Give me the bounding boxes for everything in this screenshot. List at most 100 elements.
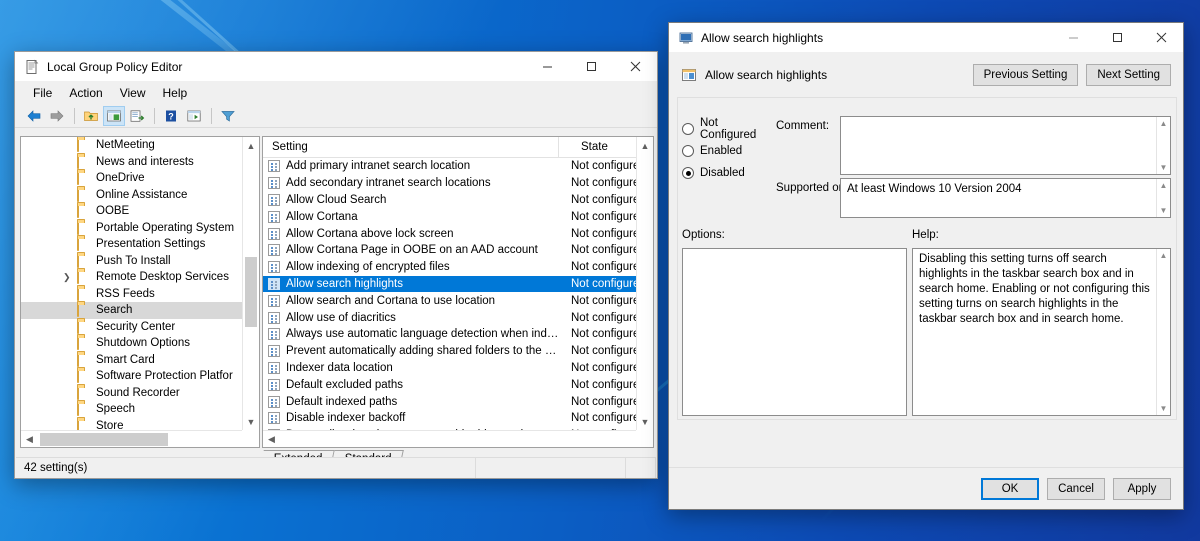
ok-button[interactable]: OK xyxy=(981,477,1039,500)
previous-setting-button[interactable]: Previous Setting xyxy=(972,64,1079,86)
help-scroll-down-icon[interactable]: ▼ xyxy=(1157,402,1170,415)
supported-on-textbox[interactable]: At least Windows 10 Version 2004 ▲ ▼ xyxy=(840,178,1171,218)
radio-enabled-indicator[interactable] xyxy=(682,145,694,157)
settings-list-header[interactable]: Setting State xyxy=(263,137,653,158)
properties-button[interactable] xyxy=(183,106,205,126)
tree-node[interactable]: Security Center xyxy=(21,319,242,336)
apply-button[interactable]: Apply xyxy=(1113,477,1171,500)
tree-node[interactable]: Software Protection Platfor xyxy=(21,368,242,385)
menu-file[interactable]: File xyxy=(25,84,61,103)
gpe-titlebar[interactable]: Local Group Policy Editor xyxy=(15,52,657,82)
table-row[interactable]: Prevent automatically adding shared fold… xyxy=(263,343,636,360)
table-row[interactable]: Allow indexing of encrypted files Not con… xyxy=(263,259,636,276)
menu-help[interactable]: Help xyxy=(155,84,197,103)
tree-node[interactable]: Portable Operating System xyxy=(21,220,242,237)
tree-node[interactable]: Push To Install xyxy=(21,253,242,270)
back-button[interactable] xyxy=(23,106,45,126)
dialog-titlebar[interactable]: Allow search highlights xyxy=(669,23,1183,53)
tree-hscroll-track[interactable] xyxy=(38,431,242,448)
settings-list-rows[interactable]: Add primary intranet search location Not … xyxy=(263,158,636,430)
radio-not-configured-indicator[interactable] xyxy=(682,123,694,135)
tree-scroll-up-icon[interactable]: ▲ xyxy=(243,137,259,154)
comment-scroll-up-icon[interactable]: ▲ xyxy=(1157,117,1170,130)
export-list-button[interactable] xyxy=(126,106,148,126)
help-box[interactable]: Disabling this setting turns off search … xyxy=(912,248,1171,416)
comment-scroll-down-icon[interactable]: ▼ xyxy=(1157,161,1170,174)
table-row[interactable]: Add primary intranet search location Not … xyxy=(263,158,636,175)
next-setting-button[interactable]: Next Setting xyxy=(1086,64,1171,86)
tree-node[interactable]: OneDrive xyxy=(21,170,242,187)
up-one-level-button[interactable] xyxy=(80,106,102,126)
settings-list-pane[interactable]: Setting State Add primary intranet searc… xyxy=(262,136,654,448)
gpe-maximize-button[interactable] xyxy=(569,52,613,82)
comment-scrollbar[interactable]: ▲ ▼ xyxy=(1156,117,1170,174)
tree-node[interactable]: Sound Recorder xyxy=(21,385,242,402)
list-hscroll-track[interactable] xyxy=(280,431,636,448)
help-scroll-up-icon[interactable]: ▲ xyxy=(1157,249,1170,262)
table-row[interactable]: Allow search and Cortana to use location… xyxy=(263,292,636,309)
table-row[interactable]: Allow use of diacritics Not configured xyxy=(263,309,636,326)
tree-node[interactable]: News and interests xyxy=(21,154,242,171)
table-row[interactable]: Default indexed paths Not configured xyxy=(263,393,636,410)
table-row[interactable]: Add secondary intranet search locations N… xyxy=(263,175,636,192)
cancel-button[interactable]: Cancel xyxy=(1047,477,1105,500)
list-horizontal-scrollbar[interactable]: ◀ ▶ xyxy=(263,430,653,447)
supported-scroll-up-icon[interactable]: ▲ xyxy=(1157,179,1170,192)
tree-horizontal-scrollbar[interactable]: ◀ ▶ xyxy=(21,430,259,447)
supported-scroll-down-icon[interactable]: ▼ xyxy=(1157,204,1170,217)
tree-scroll-down-icon[interactable]: ▼ xyxy=(243,413,259,430)
filter-button[interactable] xyxy=(217,106,239,126)
dialog-minimize-button[interactable] xyxy=(1051,23,1095,53)
table-row[interactable]: Allow search highlights Not configured xyxy=(263,275,636,293)
tree-scroll-left-icon[interactable]: ◀ xyxy=(21,431,38,448)
supported-on-scrollbar[interactable]: ▲ ▼ xyxy=(1156,179,1170,217)
dialog-close-button[interactable] xyxy=(1139,23,1183,53)
chevron-right-icon[interactable]: ❯ xyxy=(63,272,73,283)
tree-node[interactable]: Store xyxy=(21,418,242,430)
radio-disabled[interactable]: Disabled xyxy=(682,162,772,184)
table-row[interactable]: Default excluded paths Not configured xyxy=(263,376,636,393)
tree-node[interactable]: OOBE xyxy=(21,203,242,220)
table-row[interactable]: Always use automatic language detection … xyxy=(263,326,636,343)
table-row[interactable]: Allow Cortana above lock screen Not confi… xyxy=(263,225,636,242)
radio-enabled[interactable]: Enabled xyxy=(682,140,772,162)
gpe-toolbar[interactable]: ? xyxy=(15,104,657,128)
list-scroll-up-icon[interactable]: ▲ xyxy=(637,137,653,154)
tree-node[interactable]: Presentation Settings xyxy=(21,236,242,253)
table-row[interactable]: Allow Cortana Page in OOBE on an AAD acc… xyxy=(263,242,636,259)
tree-hscroll-thumb[interactable] xyxy=(40,432,168,446)
list-vertical-scrollbar[interactable]: ▲ ▼ xyxy=(636,137,653,430)
tree-scroll-thumb[interactable] xyxy=(245,257,257,327)
menu-view[interactable]: View xyxy=(112,84,155,103)
tree-node[interactable]: RSS Feeds xyxy=(21,286,242,303)
gpe-close-button[interactable] xyxy=(613,52,657,82)
list-scroll-left-icon[interactable]: ◀ xyxy=(263,431,280,448)
local-group-policy-editor-window[interactable]: Local Group Policy Editor File Action Vi… xyxy=(14,51,658,479)
options-box[interactable] xyxy=(682,248,907,416)
gpe-menubar[interactable]: File Action View Help xyxy=(15,82,657,104)
policy-state-radio-group[interactable]: Not Configured Enabled Disabled xyxy=(682,117,772,184)
gpe-minimize-button[interactable] xyxy=(525,52,569,82)
table-row[interactable]: Indexer data location Not configured xyxy=(263,360,636,377)
radio-disabled-indicator[interactable] xyxy=(682,167,694,179)
forward-button[interactable] xyxy=(46,106,68,126)
allow-search-highlights-dialog[interactable]: Allow search highlights Allow search hig… xyxy=(668,22,1184,510)
tree-node[interactable]: Online Assistance xyxy=(21,187,242,204)
radio-not-configured[interactable]: Not Configured xyxy=(682,117,772,141)
tree-node[interactable]: Shutdown Options xyxy=(21,335,242,352)
help-button[interactable]: ? xyxy=(160,106,182,126)
table-row[interactable]: Allow Cloud Search Not configured xyxy=(263,192,636,209)
tree-node[interactable]: ❯ Remote Desktop Services xyxy=(21,269,242,286)
table-row[interactable]: Disable indexer backoff Not configured xyxy=(263,410,636,427)
tree-node[interactable]: Speech xyxy=(21,401,242,418)
comment-textbox[interactable]: ▲ ▼ xyxy=(840,116,1171,175)
dialog-maximize-button[interactable] xyxy=(1095,23,1139,53)
show-hide-console-tree-button[interactable] xyxy=(103,105,125,126)
help-scrollbar[interactable]: ▲ ▼ xyxy=(1156,249,1170,415)
tree-vertical-scrollbar[interactable]: ▲ ▼ xyxy=(242,137,259,430)
menu-action[interactable]: Action xyxy=(61,84,111,103)
column-header-setting[interactable]: Setting xyxy=(263,137,559,158)
tree-node[interactable]: NetMeeting xyxy=(21,137,242,154)
console-tree-list[interactable]: NetMeeting News and interests OneDrive Onli… xyxy=(21,137,242,430)
tree-node[interactable]: Smart Card xyxy=(21,352,242,369)
